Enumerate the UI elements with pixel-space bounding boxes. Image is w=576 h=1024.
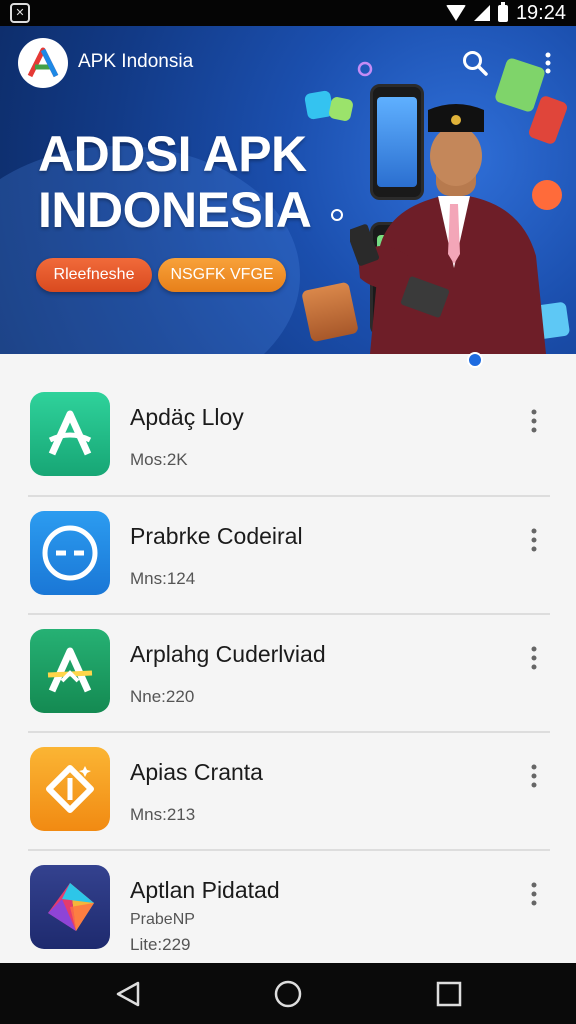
presenter-illustration <box>350 104 546 354</box>
hero-banner[interactable]: APK Indonsia ADDSI APK INDONESIA Rleefne… <box>0 26 576 354</box>
app-name: Arplahg Cuderlviad <box>130 641 326 667</box>
brand-name: APK Indonsia <box>78 51 194 72</box>
app-name: Prabrke Codeiral <box>130 523 303 549</box>
headline-line-1: ADDSI APK <box>38 126 307 182</box>
search-icon[interactable] <box>462 50 488 76</box>
home-icon[interactable] <box>271 977 305 1011</box>
more-options-icon[interactable] <box>526 645 542 671</box>
app-name: Apdäç Lloy <box>130 404 244 430</box>
banner-headline: ADDSI APK INDONESIA <box>38 126 312 238</box>
app-meta: Mns:213 <box>130 805 196 824</box>
headline-line-2: INDONESIA <box>38 182 312 238</box>
list-item[interactable]: Prabrke Codeiral Mns:124 <box>0 473 576 595</box>
app-meta: Mns:124 <box>130 569 196 588</box>
navigation-bar <box>0 963 576 1024</box>
prism-logo-icon <box>30 865 110 949</box>
sparkle-icon <box>357 61 373 77</box>
info-badge-icon[interactable] <box>467 352 483 368</box>
more-options-icon[interactable] <box>526 763 542 789</box>
more-options-icon[interactable] <box>526 408 542 434</box>
wifi-icon <box>445 5 466 21</box>
a-logo-icon <box>30 392 110 476</box>
sparkle-icon <box>331 209 343 221</box>
status-time: 19:24 <box>515 1 566 24</box>
app-list: Apdäç Lloy Mos:2K Prabrke Codeiral Mns:1… <box>0 354 576 964</box>
notification-icon: ✕ <box>10 3 30 23</box>
diamond-logo-icon <box>30 747 110 831</box>
app-name: Apias Cranta <box>130 759 263 785</box>
more-options-icon[interactable] <box>526 527 542 553</box>
app-developer: PrabeNP <box>130 911 195 928</box>
status-bar: ✕ 19:24 <box>0 0 576 26</box>
list-item[interactable]: Apdäç Lloy Mos:2K <box>0 354 576 476</box>
battery-icon <box>497 1 508 22</box>
more-options-icon[interactable] <box>526 881 542 907</box>
app-meta: Mos:2K <box>130 450 188 469</box>
app-name: Aptlan Pidatad <box>130 877 280 903</box>
app-screen: ✕ 19:24 APK Indonsia ADDSI APK INDONESIA… <box>0 0 576 1024</box>
list-item[interactable]: Apias Cranta Mns:213 <box>0 709 576 831</box>
recents-icon[interactable] <box>432 977 466 1011</box>
banner-pill-left[interactable]: Rleefneshe <box>36 258 152 292</box>
status-icons: 19:24 <box>445 0 566 26</box>
list-item[interactable]: Arplahg Cuderlviad Nne:220 <box>0 591 576 713</box>
a-star-logo-icon <box>30 629 110 713</box>
list-item[interactable]: Aptlan Pidatad PrabeNP Lite:229 <box>0 827 576 954</box>
signal-icon <box>473 5 490 21</box>
minus-circle-icon <box>30 511 110 595</box>
app-meta: Nne:220 <box>130 687 195 706</box>
brand-logo-icon[interactable] <box>18 38 68 88</box>
app-meta: Lite:229 <box>130 935 191 954</box>
back-icon[interactable] <box>112 977 146 1011</box>
banner-pill-right[interactable]: NSGFK VFGE <box>158 258 286 292</box>
